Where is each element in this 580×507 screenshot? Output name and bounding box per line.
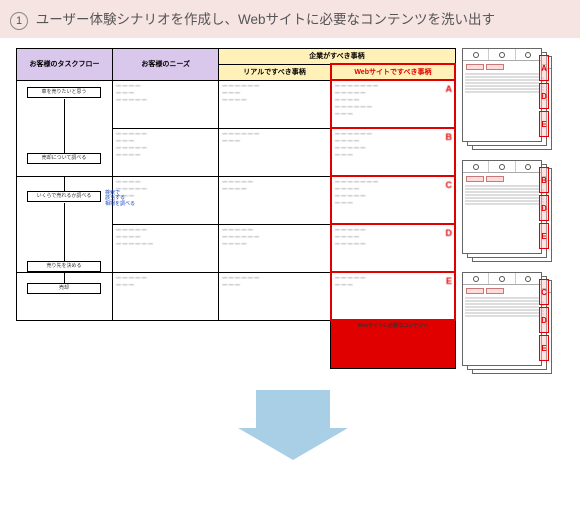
flow-box-5: 売却 xyxy=(27,283,101,294)
segment-label-e: E xyxy=(446,275,452,288)
flow-box-4: 売り先を決める xyxy=(27,261,101,272)
real-cell-c: ― ― ― ― ―― ― ― ― xyxy=(219,176,331,224)
content-area: お客様のタスクフロー お客様のニーズ 企業がすべき事柄 リアルですべき事柄 We… xyxy=(0,38,580,460)
doc-stack-3: C D E xyxy=(462,272,558,378)
step-number: 1 xyxy=(10,12,28,30)
segment-label-d: D xyxy=(446,227,453,240)
flow-box-2: 売却について調べる xyxy=(27,153,101,164)
col-header-taskflow: お客様のタスクフロー xyxy=(17,49,113,81)
web-footer-label: Webサイトに必要なコンテンツ xyxy=(331,320,455,368)
needs-cell-e: ― ― ― ― ―― ― ― xyxy=(113,272,219,320)
doc3-tag-e: E xyxy=(539,335,549,361)
real-cell-d: ― ― ― ― ―― ― ― ― ― ―― ― ― ― xyxy=(219,224,331,272)
step-title: ユーザー体験シナリオを作成し、Webサイトに必要なコンテンツを洗い出す xyxy=(36,12,495,27)
down-arrow-icon xyxy=(238,390,348,460)
doc2-tag-d: D xyxy=(539,195,549,221)
flow-box-3: いくらで売れるか調べる xyxy=(27,191,101,202)
doc1-tag-a: A xyxy=(539,55,549,81)
doc2-tag-e: E xyxy=(539,223,549,249)
col-header-real: リアルですべき事柄 xyxy=(219,64,331,80)
taskflow-cell-2: いくらで売れるか調べる 検索で 該当する 相場を調べる 売り先を決める xyxy=(17,176,113,272)
taskflow-cell-1: 車を売りたいと思う 売却について調べる xyxy=(17,80,113,176)
col-header-company: 企業がすべき事柄 xyxy=(219,49,455,65)
flow-box-1: 車を売りたいと思う xyxy=(27,87,101,98)
scenario-table: お客様のタスクフロー お客様のニーズ 企業がすべき事柄 リアルですべき事柄 We… xyxy=(16,48,456,369)
needs-cell-c: ― ― ― ―― ― ― ― ―― ― ― xyxy=(113,176,219,224)
real-cell-a: ― ― ― ― ― ―― ― ―― ― ― ― xyxy=(219,80,331,128)
col-header-web: Webサイトですべき事柄 xyxy=(331,64,455,80)
col-header-needs: お客様のニーズ xyxy=(113,49,219,81)
web-cell-e: ― ― ― ― ―― ― ― E xyxy=(331,272,455,320)
doc2-tag-b: B xyxy=(539,167,549,193)
needs-cell-b: ― ― ― ― ―― ― ―― ― ― ― ―― ― ― ― xyxy=(113,128,219,176)
web-cell-c: ― ― ― ― ― ― ―― ― ― ―― ― ― ― ―― ― ― C xyxy=(331,176,455,224)
segment-label-a: A xyxy=(446,83,453,96)
doc1-tag-e: E xyxy=(539,111,549,137)
doc3-tag-d: D xyxy=(539,307,549,333)
taskflow-cell-3: 売却 xyxy=(17,272,113,320)
real-cell-b: ― ― ― ― ― ―― ― ― xyxy=(219,128,331,176)
segment-label-c: C xyxy=(446,179,453,192)
real-cell-e: ― ― ― ― ― ―― ― ― xyxy=(219,272,331,320)
web-cell-a: ― ― ― ― ― ― ―― ― ― ― ―― ― ― ―― ― ― ― ― ―… xyxy=(331,80,455,128)
needs-cell-d: ― ― ― ― ―― ― ― ―― ― ― ― ― ― xyxy=(113,224,219,272)
side-column: A D E B D E C D E xyxy=(462,48,562,378)
doc-stack-2: B D E xyxy=(462,160,558,266)
needs-cell-a: ― ― ― ―― ― ―― ― ― ― ― xyxy=(113,80,219,128)
web-cell-b: ― ― ― ― ― ―― ― ― ―― ― ― ― ―― ― ― B xyxy=(331,128,455,176)
doc3-tag-c: C xyxy=(539,279,549,305)
segment-label-b: B xyxy=(446,131,453,144)
web-cell-d: ― ― ― ― ―― ― ― ―― ― ― ― ― D xyxy=(331,224,455,272)
step-header: 1 ユーザー体験シナリオを作成し、Webサイトに必要なコンテンツを洗い出す xyxy=(0,0,580,38)
doc-stack-1: A D E xyxy=(462,48,558,154)
doc1-tag-d: D xyxy=(539,83,549,109)
